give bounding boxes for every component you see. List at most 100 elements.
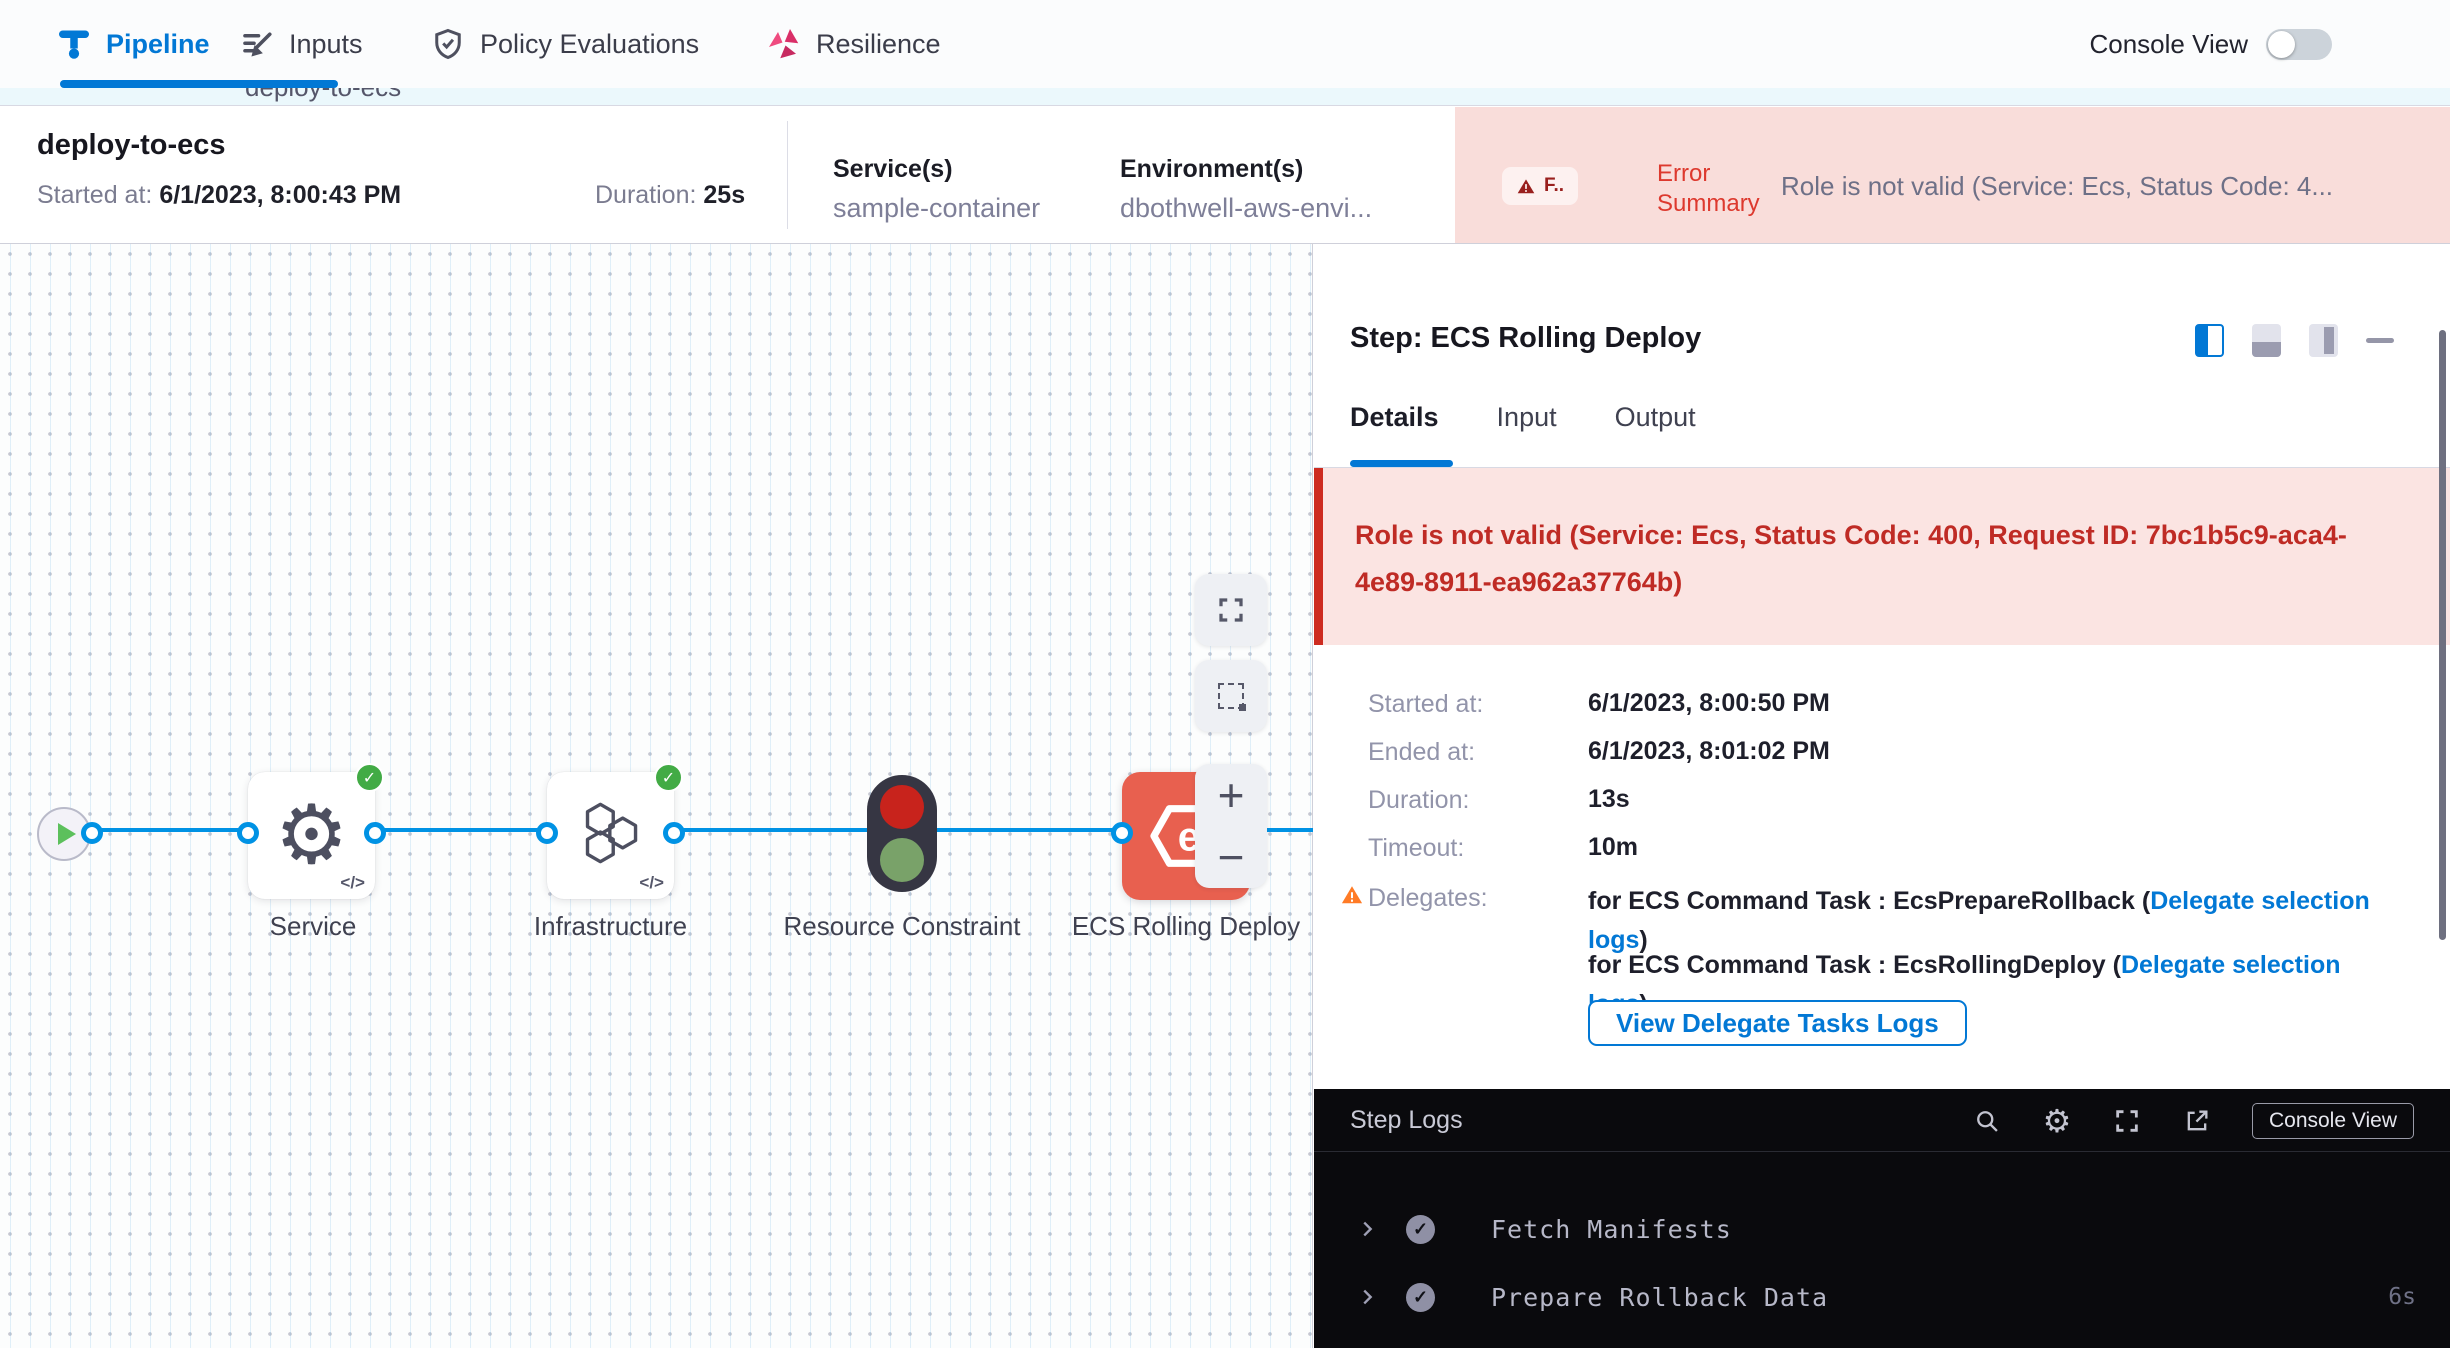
edge-port[interactable] xyxy=(1111,822,1133,844)
success-badge-icon: ✓ xyxy=(654,763,683,792)
chevron-right-icon[interactable] xyxy=(1356,1218,1378,1240)
services-label: Service(s) xyxy=(833,155,1040,184)
log-row-prepare-rollback-data[interactable]: ✓ Prepare Rollback Data 6s xyxy=(1314,1277,2450,1317)
toggle-knob xyxy=(2268,31,2295,58)
zoom-in-button[interactable]: + xyxy=(1195,764,1267,826)
canvas-fullscreen-button[interactable] xyxy=(1195,574,1267,646)
top-nav: Pipeline Inputs Policy Evaluations Resil… xyxy=(0,0,2450,88)
step-logs-panel: Step Logs ⚙ Console View ✓ Fetch Manifes… xyxy=(1314,1089,2450,1348)
layout-split-view-icon[interactable] xyxy=(2195,324,2224,357)
environments-value[interactable]: dbothwell-aws-envi... xyxy=(1120,193,1372,224)
node-resource-constraint[interactable] xyxy=(867,775,937,892)
edge-port[interactable] xyxy=(536,822,558,844)
error-summary-strip: F.. Error Summary Role is not valid (Ser… xyxy=(1455,107,2450,243)
active-tab-underline xyxy=(60,80,338,88)
edge-port[interactable] xyxy=(364,822,386,844)
traffic-light-red xyxy=(880,785,924,829)
panel-scrollbar[interactable] xyxy=(2439,330,2446,940)
log-row-duration: 6s xyxy=(2388,1284,2416,1310)
log-row-fetch-manifests[interactable]: ✓ Fetch Manifests xyxy=(1314,1209,2450,1249)
duration-value: 25s xyxy=(703,181,745,209)
layout-right-view-icon[interactable] xyxy=(2309,324,2338,357)
log-success-icon: ✓ xyxy=(1406,1283,1435,1312)
console-view-toggle[interactable] xyxy=(2266,29,2332,60)
edge-port[interactable] xyxy=(237,822,259,844)
timeout-value: 10m xyxy=(1588,833,1638,862)
fullscreen-icon xyxy=(1216,595,1246,625)
layout-bottom-view-icon[interactable] xyxy=(2252,324,2281,357)
node-service[interactable]: ⚙ ✓ </> xyxy=(248,772,375,899)
services-block: Service(s) sample-container xyxy=(833,155,1040,224)
node-label-infrastructure: Infrastructure xyxy=(513,906,708,946)
pipeline-execution-page: Pipeline Inputs Policy Evaluations Resil… xyxy=(0,0,2450,1348)
zoom-out-button[interactable]: − xyxy=(1195,826,1267,888)
search-icon[interactable] xyxy=(1972,1106,2002,1136)
duration-label: Duration: xyxy=(595,181,696,209)
tab-details[interactable]: Details xyxy=(1350,402,1439,459)
log-fullscreen-icon[interactable] xyxy=(2112,1106,2142,1136)
started-at: Started at: 6/1/2023, 8:00:43 PM xyxy=(37,181,401,210)
step-logs-toolbar: ⚙ Console View xyxy=(1972,1089,2414,1152)
started-at-value: 6/1/2023, 8:00:43 PM xyxy=(159,181,401,209)
detail-row-started: Started at: xyxy=(1368,690,1483,719)
pipeline-canvas[interactable]: ⚙ ✓ </> Service ✓ </> Infrastructure Res… xyxy=(0,244,1313,1348)
resilience-icon xyxy=(766,26,802,62)
pipeline-icon xyxy=(56,26,92,62)
log-success-icon: ✓ xyxy=(1406,1215,1435,1244)
inputs-icon xyxy=(239,26,275,62)
pipeline-name: deploy-to-ecs xyxy=(37,129,226,162)
duration: Duration: 25s xyxy=(595,181,745,210)
step-panel-tabs: Details Input Output xyxy=(1350,402,1696,459)
execution-header: deploy-to-ecs Started at: 6/1/2023, 8:00… xyxy=(0,107,2450,244)
console-view-control: Console View xyxy=(2089,0,2332,88)
environments-block: Environment(s) dbothwell-aws-envi... xyxy=(1120,155,1372,224)
delegates-label: Delegates: xyxy=(1368,884,1488,912)
ended-at-label: Ended at: xyxy=(1368,738,1475,766)
duration-value: 13s xyxy=(1588,785,1630,814)
code-glyph: </> xyxy=(639,873,664,893)
step-panel-title: Step: ECS Rolling Deploy xyxy=(1350,322,1701,355)
tab-label: Inputs xyxy=(289,29,363,60)
delegate-task-text: for ECS Command Task : EcsRollingDeploy … xyxy=(1588,951,2121,979)
scrolled-breadcrumb-row: deploy-to-ecs xyxy=(0,88,2450,106)
tab-pipeline[interactable]: Pipeline xyxy=(56,0,210,88)
traffic-light-green xyxy=(880,838,924,882)
node-infrastructure[interactable]: ✓ </> xyxy=(547,772,674,899)
edge-port[interactable] xyxy=(81,822,103,844)
detail-row-duration: Duration: xyxy=(1368,786,1469,815)
console-view-label: Console View xyxy=(2089,29,2248,60)
tab-input[interactable]: Input xyxy=(1497,402,1557,459)
view-delegate-tasks-logs-button[interactable]: View Delegate Tasks Logs xyxy=(1588,1000,1967,1046)
started-at-label: Started at: xyxy=(37,181,152,209)
step-logs-title: Step Logs xyxy=(1350,1106,1463,1135)
tab-policy-evaluations[interactable]: Policy Evaluations xyxy=(430,0,699,88)
node-label-resource-constraint: Resource Constraint xyxy=(782,906,1022,946)
services-value[interactable]: sample-container xyxy=(833,193,1040,224)
log-row-label: Prepare Rollback Data xyxy=(1491,1283,1828,1312)
failed-warning-icon xyxy=(1516,177,1536,196)
canvas-zoom-panel: + − xyxy=(1195,764,1267,888)
error-summary-label: Error Summary xyxy=(1657,159,1777,219)
started-at-label: Started at: xyxy=(1368,690,1483,718)
logs-console-view-button[interactable]: Console View xyxy=(2252,1103,2414,1139)
detail-row-timeout: Timeout: xyxy=(1368,834,1464,863)
log-row-label: Fetch Manifests xyxy=(1491,1215,1732,1244)
open-external-icon[interactable] xyxy=(2182,1106,2212,1136)
status-badge-text: F.. xyxy=(1544,175,1564,197)
chevron-right-icon[interactable] xyxy=(1356,1286,1378,1308)
policy-shield-icon xyxy=(430,26,466,62)
minimize-panel-icon[interactable] xyxy=(2366,338,2394,343)
log-settings-gear-icon[interactable]: ⚙ xyxy=(2042,1106,2072,1136)
tab-inputs[interactable]: Inputs xyxy=(239,0,363,88)
success-badge-icon: ✓ xyxy=(355,763,384,792)
scrolled-pipeline-name: deploy-to-ecs xyxy=(245,88,401,103)
duration-label: Duration: xyxy=(1368,786,1469,814)
tab-label: Pipeline xyxy=(106,29,210,60)
tab-output[interactable]: Output xyxy=(1615,402,1696,459)
edge-port[interactable] xyxy=(663,822,685,844)
tab-resilience[interactable]: Resilience xyxy=(766,0,941,88)
error-summary-text: Role is not valid (Service: Ecs, Status … xyxy=(1781,171,2421,202)
canvas-marquee-select-button[interactable] xyxy=(1195,660,1267,732)
timeout-label: Timeout: xyxy=(1368,834,1464,862)
active-tab-underline xyxy=(1350,460,1453,467)
